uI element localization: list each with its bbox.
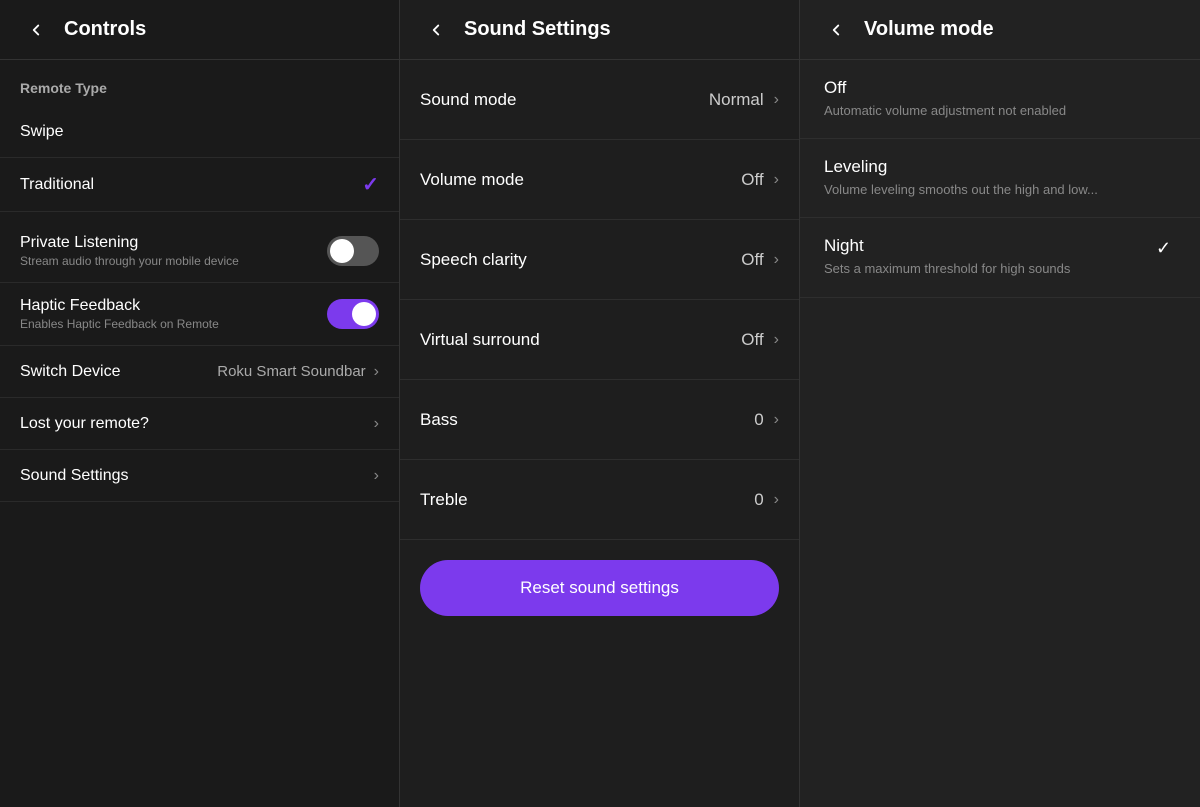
sound-settings-item[interactable]: Sound Settings › — [0, 450, 399, 502]
private-listening-toggle-container — [327, 236, 379, 266]
volume-mode-header: Volume mode — [800, 0, 1200, 60]
haptic-feedback-sublabel: Enables Haptic Feedback on Remote — [20, 317, 327, 331]
sound-mode-value: Normal — [709, 90, 764, 110]
private-listening-toggle[interactable] — [327, 236, 379, 266]
speech-clarity-chevron: › — [774, 251, 779, 269]
treble-label: Treble — [420, 490, 468, 510]
controls-back-button[interactable] — [20, 14, 52, 46]
treble-chevron: › — [774, 491, 779, 509]
treble-value: 0 — [754, 490, 763, 510]
virtual-surround-label: Virtual surround — [420, 330, 540, 350]
volume-leveling-content: Leveling Volume leveling smooths out the… — [824, 157, 1176, 199]
switch-device-chevron: › — [374, 363, 379, 381]
volume-night-label: Night — [824, 236, 1144, 256]
reset-sound-settings-button[interactable]: Reset sound settings — [420, 560, 779, 616]
bass-value: 0 — [754, 410, 763, 430]
bass-chevron: › — [774, 411, 779, 429]
switch-device-label: Switch Device — [20, 363, 120, 381]
sound-settings-back-button[interactable] — [420, 14, 452, 46]
volume-mode-item[interactable]: Volume mode Off › — [400, 140, 799, 220]
lost-remote-chevron: › — [374, 415, 379, 433]
switch-device-right: Roku Smart Soundbar › — [217, 363, 379, 381]
sound-mode-chevron: › — [774, 91, 779, 109]
volume-mode-back-button[interactable] — [820, 14, 852, 46]
volume-mode-right: Off › — [741, 170, 779, 190]
private-listening-sublabel: Stream audio through your mobile device — [20, 254, 327, 268]
sound-mode-item[interactable]: Sound mode Normal › — [400, 60, 799, 140]
volume-option-off[interactable]: Off Automatic volume adjustment not enab… — [800, 60, 1200, 139]
volume-mode-chevron: › — [774, 171, 779, 189]
haptic-feedback-content: Haptic Feedback Enables Haptic Feedback … — [20, 297, 327, 331]
controls-title: Controls — [64, 18, 146, 41]
virtual-surround-right: Off › — [741, 330, 779, 350]
volume-night-checkmark: ✓ — [1156, 238, 1176, 259]
private-listening-item: Private Listening Stream audio through y… — [0, 220, 399, 283]
speech-clarity-item[interactable]: Speech clarity Off › — [400, 220, 799, 300]
treble-right: 0 › — [754, 490, 779, 510]
sound-mode-right: Normal › — [709, 90, 779, 110]
remote-type-label: Remote Type — [0, 60, 399, 106]
controls-header: Controls — [0, 0, 399, 60]
volume-option-leveling[interactable]: Leveling Volume leveling smooths out the… — [800, 139, 1200, 218]
sound-mode-label: Sound mode — [420, 90, 516, 110]
volume-mode-panel: Volume mode Off Automatic volume adjustm… — [800, 0, 1200, 807]
volume-off-label: Off — [824, 78, 1176, 98]
traditional-checkmark: ✓ — [362, 172, 379, 197]
switch-device-value: Roku Smart Soundbar — [217, 363, 365, 380]
virtual-surround-chevron: › — [774, 331, 779, 349]
sound-settings-header: Sound Settings — [400, 0, 799, 60]
virtual-surround-value: Off — [741, 330, 763, 350]
switch-device-item[interactable]: Switch Device Roku Smart Soundbar › — [0, 346, 399, 398]
bass-label: Bass — [420, 410, 458, 430]
toggle-knob — [330, 239, 354, 263]
haptic-feedback-item: Haptic Feedback Enables Haptic Feedback … — [0, 283, 399, 346]
sound-settings-title: Sound Settings — [464, 18, 611, 41]
volume-mode-value: Off — [741, 170, 763, 190]
traditional-label: Traditional — [20, 176, 94, 194]
volume-option-night[interactable]: Night Sets a maximum threshold for high … — [800, 218, 1200, 297]
traditional-option[interactable]: Traditional ✓ — [0, 158, 399, 212]
speech-clarity-value: Off — [741, 250, 763, 270]
sound-settings-chevron: › — [374, 467, 379, 485]
lost-remote-label: Lost your remote? — [20, 415, 149, 433]
virtual-surround-item[interactable]: Virtual surround Off › — [400, 300, 799, 380]
volume-off-desc: Automatic volume adjustment not enabled — [824, 102, 1176, 120]
volume-leveling-label: Leveling — [824, 157, 1176, 177]
volume-night-desc: Sets a maximum threshold for high sounds — [824, 260, 1144, 278]
sound-settings-panel: Sound Settings Sound mode Normal › Volum… — [400, 0, 800, 807]
speech-clarity-label: Speech clarity — [420, 250, 527, 270]
haptic-feedback-toggle-container — [327, 299, 379, 329]
haptic-feedback-label: Haptic Feedback — [20, 297, 327, 315]
lost-remote-item[interactable]: Lost your remote? › — [0, 398, 399, 450]
private-listening-label: Private Listening — [20, 234, 327, 252]
swipe-option[interactable]: Swipe — [0, 106, 399, 158]
haptic-feedback-toggle[interactable] — [327, 299, 379, 329]
sound-settings-label: Sound Settings — [20, 467, 129, 485]
volume-mode-title: Volume mode — [864, 18, 994, 41]
volume-leveling-desc: Volume leveling smooths out the high and… — [824, 181, 1176, 199]
bass-right: 0 › — [754, 410, 779, 430]
volume-night-content: Night Sets a maximum threshold for high … — [824, 236, 1144, 278]
volume-mode-label: Volume mode — [420, 170, 524, 190]
bass-item[interactable]: Bass 0 › — [400, 380, 799, 460]
controls-panel: Controls Remote Type Swipe Traditional ✓… — [0, 0, 400, 807]
swipe-label: Swipe — [20, 123, 64, 141]
speech-clarity-right: Off › — [741, 250, 779, 270]
private-listening-content: Private Listening Stream audio through y… — [20, 234, 327, 268]
volume-off-content: Off Automatic volume adjustment not enab… — [824, 78, 1176, 120]
treble-item[interactable]: Treble 0 › — [400, 460, 799, 540]
haptic-toggle-knob — [352, 302, 376, 326]
